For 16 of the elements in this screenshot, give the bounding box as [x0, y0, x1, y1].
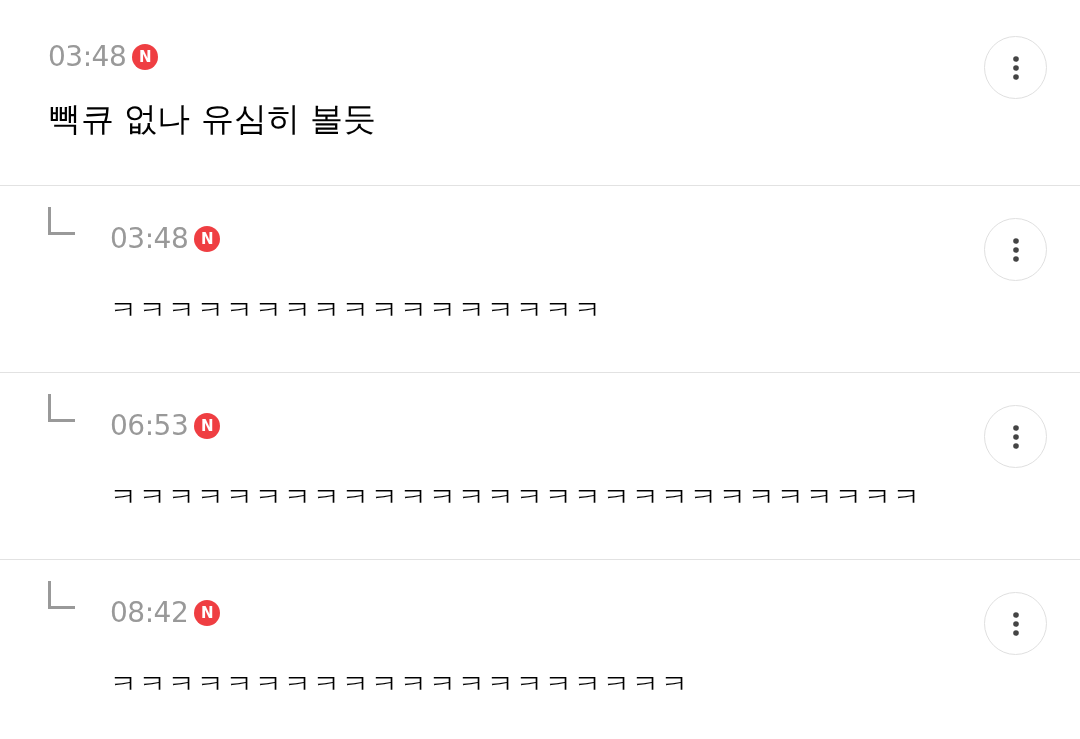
more-icon	[1012, 55, 1019, 80]
comment-time: 03:48	[48, 39, 127, 75]
more-icon	[1012, 611, 1019, 636]
comment-time: 08:42	[110, 595, 189, 631]
comment-text: 빽큐 없나 유심히 볼듯	[48, 98, 378, 140]
new-badge: N	[194, 226, 221, 252]
more-icon	[1012, 424, 1019, 449]
new-badge: N	[194, 413, 221, 439]
comment-text: ㅋㅋㅋㅋㅋㅋㅋㅋㅋㅋㅋㅋㅋㅋㅋㅋㅋㅋㅋㅋ	[110, 667, 691, 701]
new-badge: N	[132, 44, 159, 70]
comment-time: 03:48	[110, 221, 189, 257]
comment-text: ㅋㅋㅋㅋㅋㅋㅋㅋㅋㅋㅋㅋㅋㅋㅋㅋㅋㅋㅋㅋㅋㅋㅋㅋㅋㅋㅋㅋ	[110, 480, 923, 514]
more-icon	[1012, 237, 1019, 262]
comment-time: 06:53	[110, 408, 189, 444]
new-badge: N	[194, 600, 221, 626]
comment-text: ㅋㅋㅋㅋㅋㅋㅋㅋㅋㅋㅋㅋㅋㅋㅋㅋㅋ	[110, 293, 604, 327]
